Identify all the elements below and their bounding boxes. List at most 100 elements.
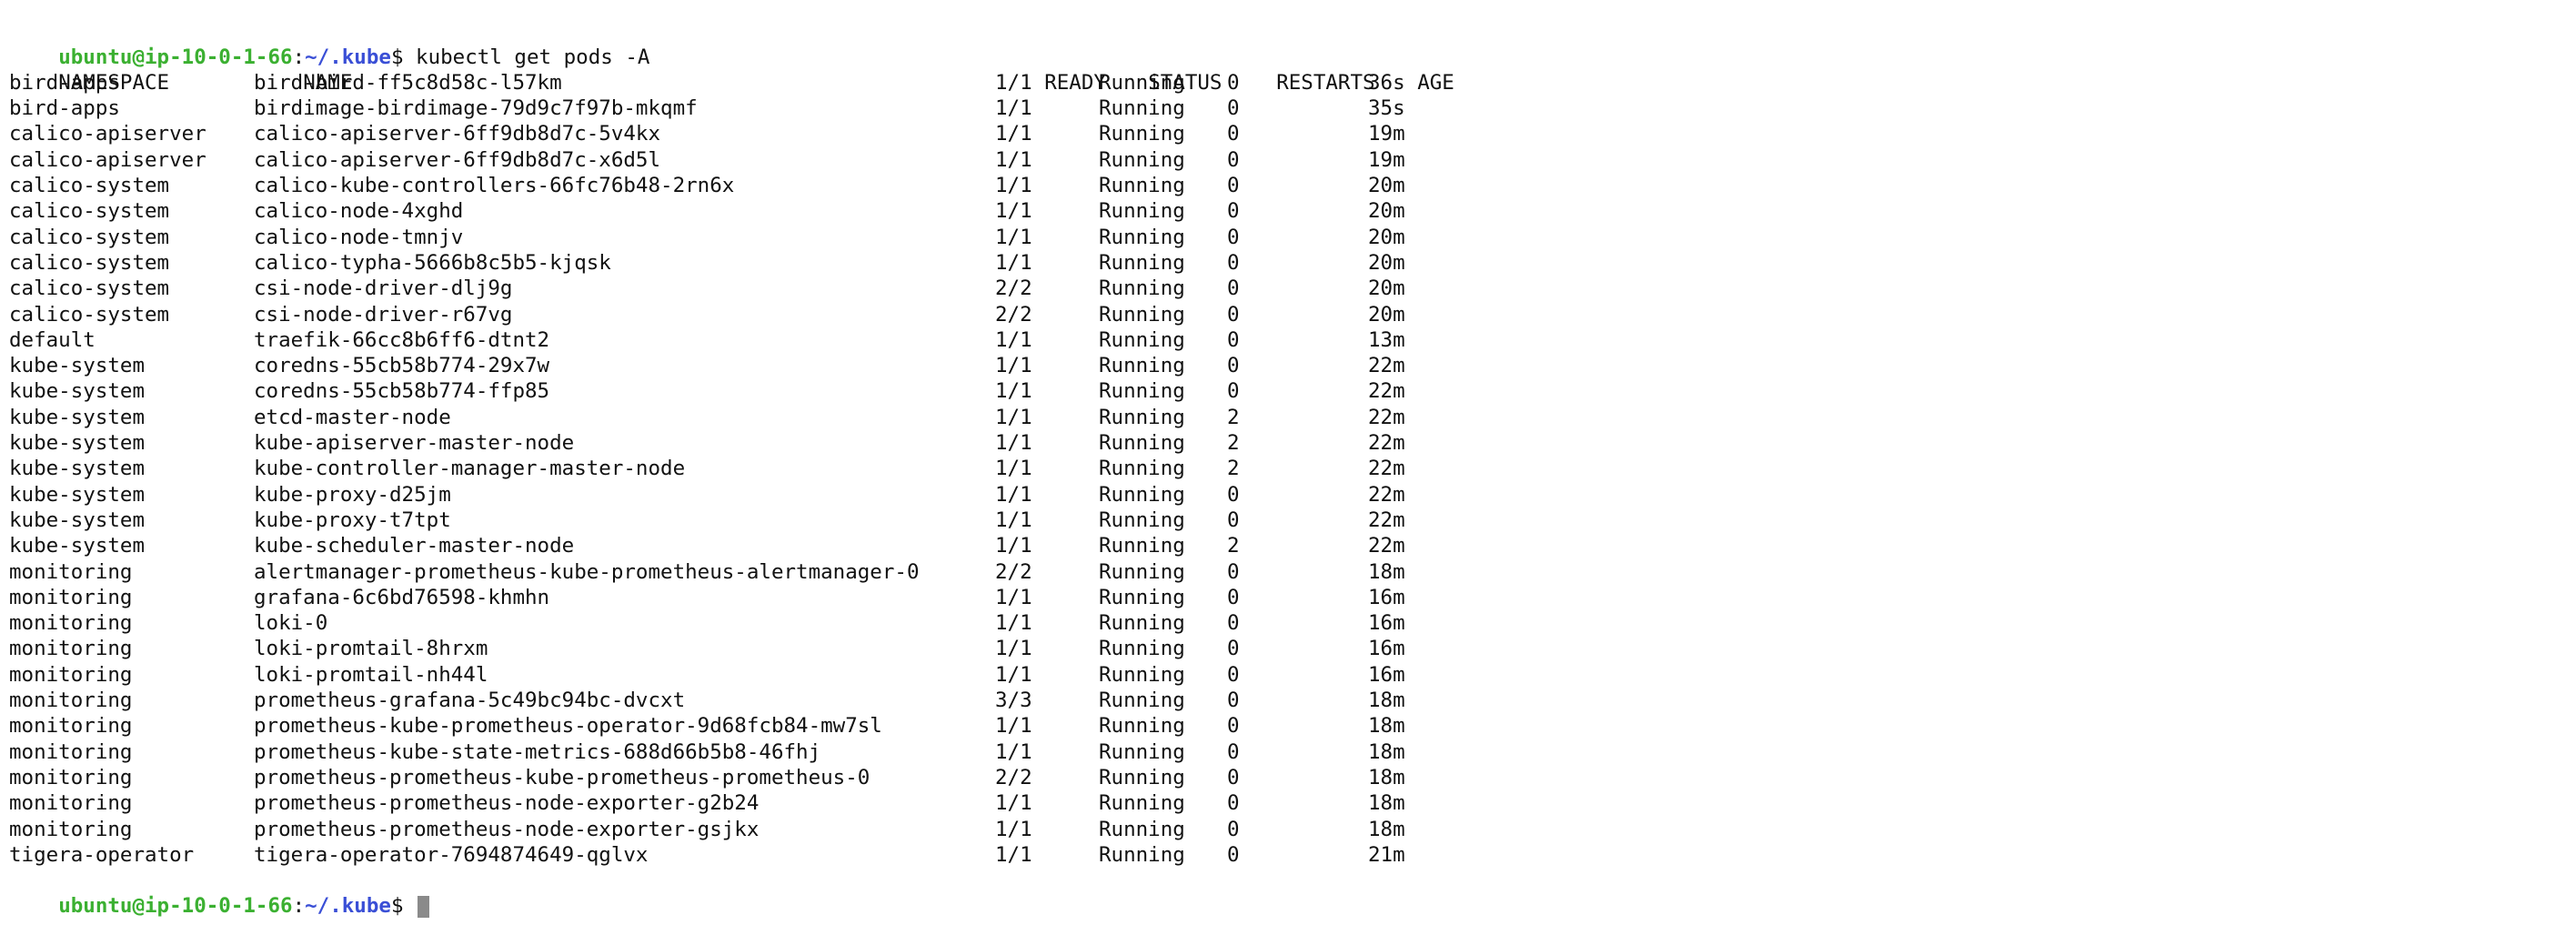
cell-ready: 1/1	[995, 585, 1032, 609]
cell-namespace: calico-apiserver	[9, 122, 206, 146]
table-row: monitoring prometheus-kube-prometheus-ope…	[9, 713, 2567, 739]
table-row: calico-system csi-node-driver-r67vg 2/2 Run…	[9, 302, 2567, 327]
cell-namespace: monitoring	[9, 689, 133, 713]
cell-name: prometheus-grafana-5c49bc94bc-dvcxt	[254, 689, 686, 713]
cell-namespace: kube-system	[9, 457, 146, 481]
cell-restarts: 0	[1227, 739, 1240, 764]
cell-status: Running	[1099, 405, 1185, 429]
cell-restarts: 0	[1227, 225, 1240, 249]
table-row: kube-system etcd-master-node 1/1 Running 2 22…	[9, 405, 2567, 430]
cell-name: tigera-operator-7694874649-qglvx	[254, 842, 649, 867]
cell-namespace: kube-system	[9, 431, 146, 456]
cell-name: loki-promtail-8hrxm	[254, 637, 488, 661]
prompt-separator: :	[292, 894, 306, 919]
table-row: monitoring grafana-6c6bd76598-khmhn 1/1 Run…	[9, 585, 2567, 610]
cell-restarts: 0	[1227, 302, 1240, 327]
cell-age: 18m	[1368, 559, 1405, 584]
cell-ready: 1/1	[995, 225, 1032, 249]
cell-age: 22m	[1368, 508, 1405, 532]
table-row: kube-system coredns-55cb58b774-29x7w 1/1 Ru…	[9, 353, 2567, 378]
cell-restarts: 0	[1227, 147, 1240, 172]
cell-name: coredns-55cb58b774-ffp85	[254, 379, 550, 404]
table-row: default traefik-66cc8b6ff6-dtnt2 1/1 Runnin…	[9, 327, 2567, 353]
cell-status: Running	[1099, 689, 1185, 713]
cell-status: Running	[1099, 250, 1185, 275]
prompt-separator: :	[292, 45, 306, 69]
table-row: calico-apiserver calico-apiserver-6ff9db8…	[9, 121, 2567, 146]
text-cursor[interactable]	[418, 895, 430, 918]
cell-status: Running	[1099, 147, 1185, 172]
cell-namespace: calico-system	[9, 276, 170, 301]
cell-namespace: kube-system	[9, 405, 146, 429]
cell-ready: 1/1	[995, 791, 1032, 816]
active-prompt-line[interactable]: ubuntu@ip-10-0-1-66:~/.kube$	[9, 868, 2567, 918]
cell-namespace: kube-system	[9, 354, 146, 378]
table-row: calico-apiserver calico-apiserver-6ff9db8…	[9, 147, 2567, 173]
cell-namespace: tigera-operator	[9, 842, 195, 867]
cell-name: kube-controller-manager-master-node	[254, 457, 686, 481]
cell-name: prometheus-prometheus-node-exporter-gsjk…	[254, 817, 760, 841]
cell-namespace: kube-system	[9, 508, 146, 532]
cell-status: Running	[1099, 559, 1185, 584]
table-row: kube-system kube-apiserver-master-node 1/1…	[9, 430, 2567, 456]
cell-age: 19m	[1368, 147, 1405, 172]
cell-ready: 1/1	[995, 96, 1032, 121]
cell-namespace: bird-apps	[9, 96, 120, 121]
cell-namespace: monitoring	[9, 585, 133, 609]
cell-namespace: monitoring	[9, 791, 133, 816]
table-row: bird-apps bird-bird-ff5c8d58c-l57km 1/1 Run…	[9, 70, 2567, 96]
cell-namespace: monitoring	[9, 765, 133, 789]
table-row: calico-system calico-kube-controllers-66f…	[9, 173, 2567, 198]
cell-status: Running	[1099, 637, 1185, 661]
cell-ready: 1/1	[995, 714, 1032, 739]
cell-age: 22m	[1368, 482, 1405, 507]
prompt-symbol: $	[390, 894, 417, 919]
cell-ready: 1/1	[995, 508, 1032, 532]
cell-status: Running	[1099, 327, 1185, 352]
cell-name: calico-kube-controllers-66fc76b48-2rn6x	[254, 174, 735, 198]
cell-namespace: monitoring	[9, 817, 133, 841]
prompt-user-host: ubuntu@ip-10-0-1-66	[58, 894, 293, 919]
cell-status: Running	[1099, 199, 1185, 224]
cell-restarts: 2	[1227, 431, 1240, 456]
table-row: monitoring prometheus-prometheus-kube-pro…	[9, 765, 2567, 790]
cell-name: coredns-55cb58b774-29x7w	[254, 354, 550, 378]
terminal-window[interactable]: ubuntu@ip-10-0-1-66:~/.kube$ kubectl get…	[9, 0, 2567, 919]
cell-restarts: 0	[1227, 354, 1240, 378]
cell-restarts: 2	[1227, 457, 1240, 481]
prompt-path: ~/.kube	[305, 894, 391, 919]
cell-age: 20m	[1368, 250, 1405, 275]
cell-name: prometheus-kube-prometheus-operator-9d68…	[254, 714, 882, 739]
cell-restarts: 0	[1227, 585, 1240, 609]
table-row: kube-system kube-proxy-t7tpt 1/1 Running 0 22…	[9, 508, 2567, 533]
cell-name: loki-promtail-nh44l	[254, 662, 488, 687]
cell-age: 18m	[1368, 765, 1405, 789]
cell-name: prometheus-prometheus-node-exporter-g2b2…	[254, 791, 760, 816]
table-row: calico-system calico-typha-5666b8c5b5-kjq…	[9, 250, 2567, 276]
table-row: kube-system coredns-55cb58b774-ffp85 1/1 Ru…	[9, 378, 2567, 404]
cell-age: 22m	[1368, 405, 1405, 429]
table-row: monitoring alertmanager-prometheus-kube-p…	[9, 559, 2567, 585]
cell-age: 16m	[1368, 662, 1405, 687]
cell-age: 18m	[1368, 689, 1405, 713]
cell-namespace: calico-system	[9, 225, 170, 249]
cell-ready: 1/1	[995, 405, 1032, 429]
cell-status: Running	[1099, 842, 1185, 867]
table-row: kube-system kube-scheduler-master-node 1/1…	[9, 533, 2567, 558]
cell-status: Running	[1099, 174, 1185, 198]
cell-status: Running	[1099, 302, 1185, 327]
table-row: kube-system kube-proxy-d25jm 1/1 Running 0 22…	[9, 482, 2567, 508]
cell-age: 36s	[1368, 70, 1405, 95]
cell-name: calico-node-tmnjv	[254, 225, 464, 249]
cell-ready: 1/1	[995, 611, 1032, 636]
cell-ready: 1/1	[995, 457, 1032, 481]
cell-restarts: 0	[1227, 379, 1240, 404]
cell-restarts: 2	[1227, 405, 1240, 429]
cell-ready: 1/1	[995, 327, 1032, 352]
cell-name: calico-apiserver-6ff9db8d7c-5v4kx	[254, 122, 661, 146]
cell-status: Running	[1099, 765, 1185, 789]
cell-name: loki-0	[254, 611, 328, 636]
cell-namespace: monitoring	[9, 611, 133, 636]
cell-namespace: monitoring	[9, 739, 133, 764]
cell-status: Running	[1099, 457, 1185, 481]
